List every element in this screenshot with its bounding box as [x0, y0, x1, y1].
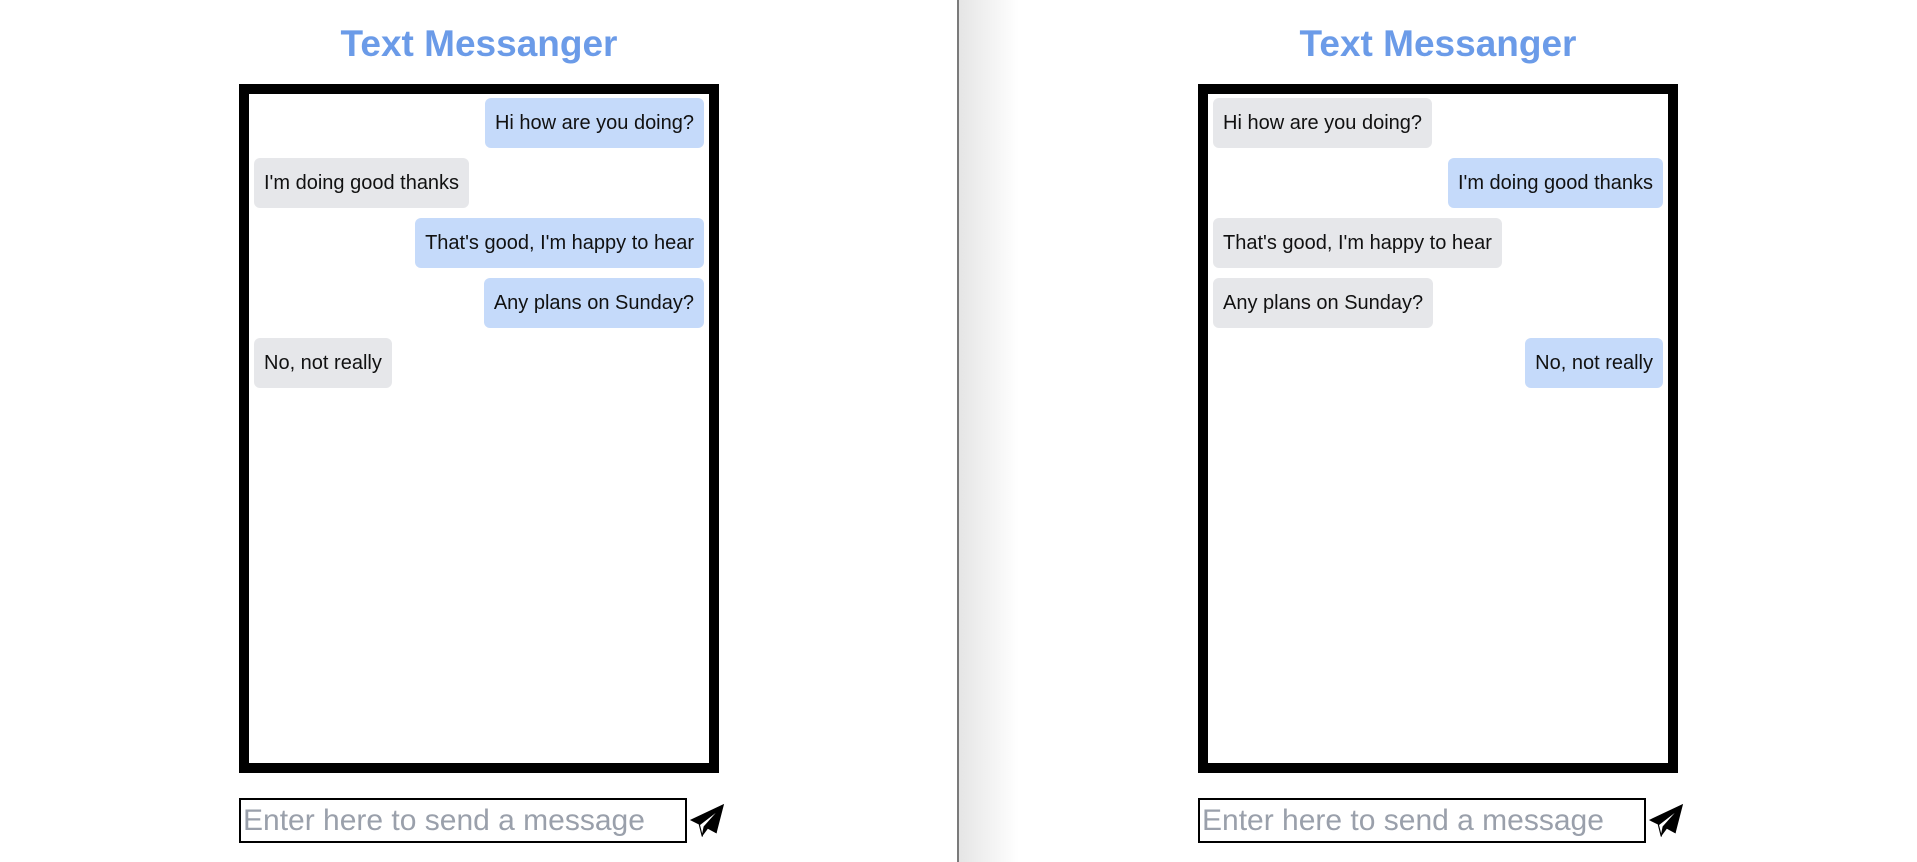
messenger-pane-right: Text Messanger Hi how are you doing? I'm…: [959, 0, 1917, 862]
message-bubble-received: That's good, I'm happy to hear: [1213, 218, 1502, 268]
message-composer: [1198, 798, 1684, 843]
message-bubble-sent: I'm doing good thanks: [1447, 158, 1663, 208]
split-screen: Text Messanger Hi how are you doing? I'm…: [0, 0, 1917, 862]
message-composer: [239, 798, 725, 843]
message-input[interactable]: [239, 798, 687, 843]
message-bubble-sent: Any plans on Sunday?: [483, 278, 704, 328]
message-bubble-sent: That's good, I'm happy to hear: [415, 218, 704, 268]
message-list: Hi how are you doing? I'm doing good tha…: [1213, 98, 1663, 388]
message-bubble-received: No, not really: [254, 338, 392, 388]
pane-shadow: [959, 0, 1019, 862]
send-button[interactable]: [1647, 802, 1685, 840]
app-title: Text Messanger: [1299, 23, 1577, 64]
message-bubble-received: I'm doing good thanks: [254, 158, 470, 208]
message-bubble-sent: Hi how are you doing?: [484, 98, 704, 148]
paper-plane-icon: [1648, 803, 1684, 837]
paper-plane-icon: [689, 803, 725, 837]
message-bubble-received: Hi how are you doing?: [1213, 98, 1433, 148]
message-list: Hi how are you doing? I'm doing good tha…: [254, 98, 704, 388]
send-button[interactable]: [688, 802, 726, 840]
chat-window: Hi how are you doing? I'm doing good tha…: [1198, 84, 1678, 773]
message-bubble-sent: No, not really: [1525, 338, 1663, 388]
message-input[interactable]: [1198, 798, 1646, 843]
app-title: Text Messanger: [340, 23, 618, 64]
messenger-pane-left: Text Messanger Hi how are you doing? I'm…: [0, 0, 958, 862]
chat-window: Hi how are you doing? I'm doing good tha…: [239, 84, 719, 773]
message-bubble-received: Any plans on Sunday?: [1213, 278, 1434, 328]
